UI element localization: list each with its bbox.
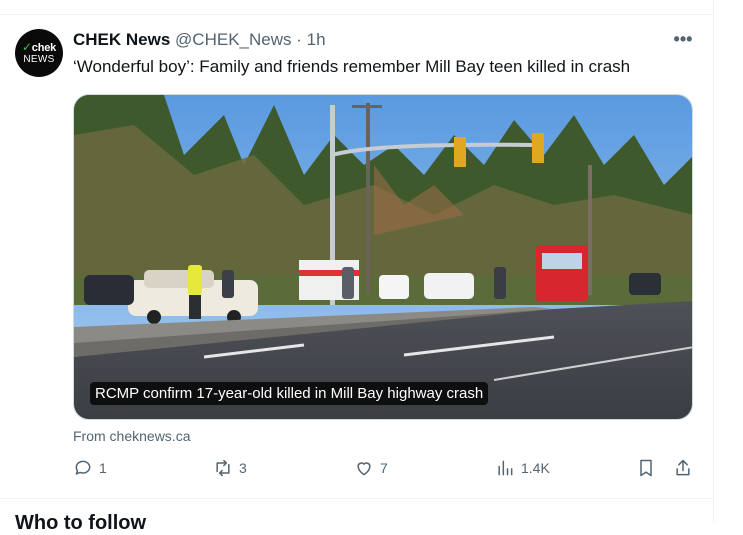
- heart-icon: [357, 462, 371, 476]
- top-divider: [0, 14, 713, 15]
- crash-scene-image: [74, 95, 692, 419]
- views-button[interactable]: 1.4K: [495, 458, 550, 478]
- who-to-follow-heading: Who to follow: [15, 512, 147, 534]
- views-count: 1.4K: [521, 460, 550, 476]
- reply-button[interactable]: 1: [73, 458, 107, 478]
- check-icon: ✓: [21, 40, 32, 54]
- bottom-divider: [0, 498, 713, 499]
- avatar[interactable]: ✓chek NEWS: [15, 29, 63, 77]
- link-card-image[interactable]: RCMP confirm 17-year-old killed in Mill …: [73, 94, 693, 420]
- share-icon: [676, 459, 690, 476]
- separator: ·: [296, 30, 302, 49]
- like-count: 7: [380, 460, 388, 476]
- reply-count: 1: [99, 460, 107, 476]
- like-button[interactable]: 7: [354, 458, 388, 478]
- bookmark-button[interactable]: [636, 458, 656, 478]
- avatar-logo-subtext: NEWS: [23, 54, 55, 65]
- reply-icon: [75, 460, 91, 475]
- display-name[interactable]: CHEK News: [73, 30, 170, 49]
- tweet-header: CHEK News @CHEK_News · 1h: [73, 30, 326, 50]
- tweet-text: ‘Wonderful boy’: Family and friends reme…: [73, 57, 631, 76]
- more-options-icon[interactable]: •••: [671, 30, 695, 52]
- bookmark-icon: [640, 459, 652, 477]
- timestamp[interactable]: 1h: [307, 30, 326, 49]
- views-icon: [498, 460, 513, 476]
- repost-count: 3: [239, 460, 247, 476]
- column-border: [713, 0, 714, 523]
- repost-icon: [216, 459, 230, 477]
- avatar-logo-text: chek: [31, 42, 57, 54]
- repost-button[interactable]: 3: [213, 458, 247, 478]
- share-button[interactable]: [673, 458, 693, 478]
- link-source[interactable]: From cheknews.ca: [73, 428, 190, 444]
- handle[interactable]: @CHEK_News: [175, 30, 291, 49]
- media-caption: RCMP confirm 17-year-old killed in Mill …: [90, 382, 489, 405]
